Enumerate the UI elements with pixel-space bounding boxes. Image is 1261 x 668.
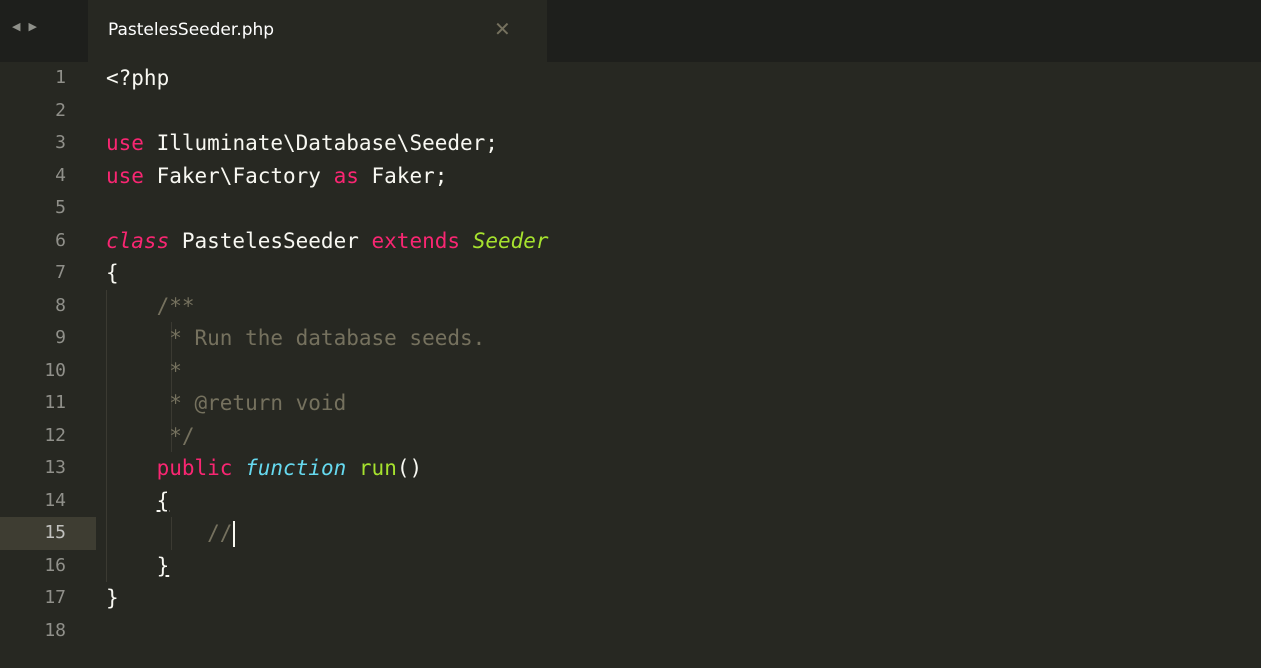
code-line[interactable]: 14 { [0,485,1261,518]
line-number[interactable]: 10 [0,355,66,388]
code-token: Illuminate\Database\Seeder; [143,131,498,155]
code-token: class [106,228,170,253]
code-line[interactable]: 2 [0,95,1261,128]
editor-window: ◀ ▶ PastelesSeeder.php ✕ 1 <?php 2 3 use Ill… [0,0,1261,668]
code-token: } [156,553,170,578]
code-line[interactable]: 5 [0,192,1261,225]
line-number[interactable]: 13 [0,452,66,485]
code-token: */ [106,423,195,448]
code-token: function [245,456,347,480]
code-token: * Run the database seeds. [106,326,486,350]
code-token: Faker; [358,163,448,188]
code-line[interactable]: 6 class PastelesSeeder extends Seeder [0,225,1261,258]
line-number[interactable]: 14 [0,485,66,518]
code-token: * [106,358,182,383]
back-arrow-icon[interactable]: ◀ [12,20,20,34]
code-text[interactable]: /** [106,290,195,323]
text-caret [233,521,236,547]
code-token: <?php [106,66,170,90]
code-token: PastelesSeeder [169,228,372,253]
code-line[interactable]: 16 } [0,550,1261,583]
code-token: Seeder [472,228,549,253]
line-number[interactable]: 2 [0,95,66,128]
tab-pastelesseeder[interactable]: PastelesSeeder.php ✕ [88,0,547,62]
code-line[interactable]: 17} [0,582,1261,615]
code-token: // [106,521,233,545]
code-line[interactable]: 11 * @return void [0,387,1261,420]
code-token: use [106,131,144,155]
code-token: () [396,456,423,480]
tab-navigation: ◀ ▶ [12,20,37,34]
code-text[interactable]: { [106,257,119,290]
line-number[interactable]: 9 [0,322,66,355]
code-line[interactable]: 12 */ [0,420,1261,453]
code-token: /** [106,293,195,318]
code-line[interactable]: 4 use Faker\Factory as Faker; [0,160,1261,193]
tab-bar: ◀ ▶ PastelesSeeder.php ✕ [0,0,1261,62]
code-token: run [358,456,397,480]
code-text[interactable]: public function run() [106,452,423,485]
code-text[interactable]: } [106,582,119,615]
line-number[interactable]: 17 [0,582,66,615]
close-icon[interactable]: ✕ [494,18,511,40]
code-token: as [333,163,359,188]
code-token: { [106,261,119,285]
line-number[interactable]: 8 [0,290,66,323]
code-text[interactable]: * [106,355,182,388]
line-number[interactable]: 3 [0,127,66,160]
code-token: public [156,456,233,480]
code-editor[interactable]: 1 <?php 2 3 use Illuminate\Database\Seeder; 4… [0,62,1261,668]
forward-arrow-icon[interactable]: ▶ [28,20,36,34]
line-number[interactable]: 1 [0,62,66,95]
line-number[interactable]: 11 [0,387,66,420]
code-text[interactable]: * Run the database seeds. [106,322,485,355]
code-line[interactable]: 13 public function run() [0,452,1261,485]
code-text[interactable]: use Faker\Factory as Faker; [106,160,447,193]
code-text[interactable]: class PastelesSeeder extends Seeder [106,225,549,258]
code-text[interactable]: } [106,550,170,583]
line-number[interactable]: 12 [0,420,66,453]
tab-title: PastelesSeeder.php [108,20,275,40]
code-line[interactable]: 18 [0,615,1261,648]
line-number[interactable]: 18 [0,615,66,648]
code-text[interactable]: // [106,517,236,550]
line-number[interactable]: 4 [0,160,66,193]
code-text[interactable]: use Illuminate\Database\Seeder; [106,127,498,160]
code-text[interactable]: { [106,485,170,518]
code-line[interactable]: 9 * Run the database seeds. [0,322,1261,355]
code-line[interactable]: 7{ [0,257,1261,290]
line-number[interactable]: 6 [0,225,66,258]
code-token: } [106,586,119,610]
code-text[interactable]: * @return void [106,387,346,420]
code-token: * @return void [106,391,347,415]
code-line[interactable]: 10 * [0,355,1261,388]
code-line[interactable]: 15 // [0,517,1261,550]
line-number[interactable]: 16 [0,550,66,583]
code-line[interactable]: 3 use Illuminate\Database\Seeder; [0,127,1261,160]
code-text[interactable]: <?php [106,62,169,95]
code-line[interactable]: 8 /** [0,290,1261,323]
code-line[interactable]: 1 <?php [0,62,1261,95]
code-token: extends [371,228,461,253]
code-token: Faker\Factory [143,163,334,188]
code-token: use [106,163,144,188]
line-number[interactable]: 15 [0,517,66,550]
code-text[interactable]: */ [106,420,195,453]
line-number[interactable]: 7 [0,257,66,290]
code-token: { [156,488,170,513]
line-number[interactable]: 5 [0,192,66,225]
